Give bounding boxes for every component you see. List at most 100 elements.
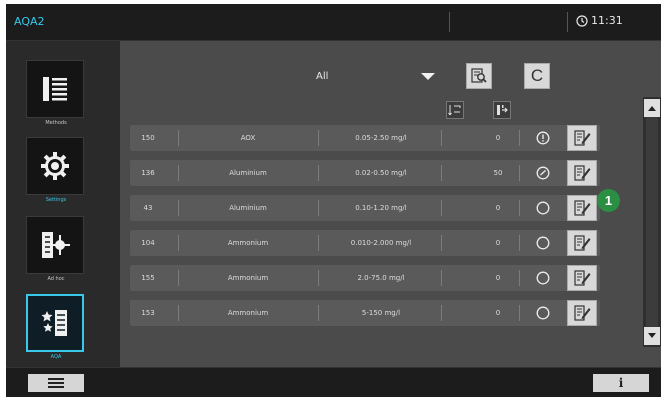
edit-method-button[interactable] xyxy=(567,125,597,151)
edit-method-button[interactable] xyxy=(567,300,597,326)
top-divider xyxy=(449,12,450,32)
column-divider xyxy=(441,130,442,146)
method-range: 5-150 mg/l xyxy=(361,309,401,317)
sidebar-item-methods[interactable]: Methods xyxy=(26,60,86,127)
column-divider xyxy=(519,200,520,216)
edit-method-button[interactable] xyxy=(567,195,597,221)
menu-button[interactable] xyxy=(28,374,84,392)
method-range: 2.0-75.0 mg/l xyxy=(357,274,405,282)
method-range: 0.10-1.20 mg/l xyxy=(355,204,407,212)
sidebar: Methods Settings Ad hoc AQA xyxy=(6,41,120,367)
filter-dropdown-value[interactable]: All xyxy=(316,71,328,82)
chevron-down-icon[interactable] xyxy=(421,73,435,80)
clock-time: 11:31 xyxy=(591,14,623,27)
method-name: Ammonium xyxy=(227,274,269,282)
callout-marker: 1 xyxy=(597,189,620,212)
info-status-icon xyxy=(536,131,550,145)
method-id: 136 xyxy=(141,169,155,177)
method-name: Aluminium xyxy=(229,204,267,212)
column-divider xyxy=(318,130,319,146)
sidebar-item-label: Methods xyxy=(45,120,67,126)
settings-gear-icon xyxy=(26,137,84,195)
top-bar: AQA2 11:31 xyxy=(6,4,661,41)
sort-alpha-button[interactable] xyxy=(446,101,464,119)
edit-icon xyxy=(574,200,591,216)
aqa-icon xyxy=(26,294,84,352)
column-divider xyxy=(519,130,520,146)
edit-icon xyxy=(574,235,591,251)
method-count: 0 xyxy=(495,239,501,247)
search-button[interactable] xyxy=(466,63,492,89)
edit-icon xyxy=(574,130,591,146)
scroll-down-button[interactable] xyxy=(644,327,660,345)
column-divider xyxy=(178,130,179,146)
method-count: 0 xyxy=(495,309,501,317)
method-row[interactable]: 43 Aluminium 0.10-1.20 mg/l 0 xyxy=(130,195,600,221)
methods-list-icon xyxy=(26,60,84,118)
ad-hoc-icon xyxy=(26,216,84,274)
column-divider xyxy=(441,165,442,181)
method-row[interactable]: 153 Ammonium 5-150 mg/l 0 xyxy=(130,300,600,326)
search-icon xyxy=(471,68,487,83)
column-divider xyxy=(178,270,179,286)
method-count: 50 xyxy=(493,169,503,177)
sidebar-item-label: Ad hoc xyxy=(47,276,65,282)
method-row[interactable]: 155 Ammonium 2.0-75.0 mg/l 0 xyxy=(130,265,600,291)
method-range: 0.010-2.000 mg/l xyxy=(350,239,412,247)
empty-status-icon xyxy=(536,236,550,250)
method-count: 0 xyxy=(495,204,501,212)
bottom-bar: i xyxy=(6,367,661,397)
method-range: 0.05-2.50 mg/l xyxy=(355,134,407,142)
method-row[interactable]: 150 AOX 0.05-2.50 mg/l 0 xyxy=(130,125,600,151)
hamburger-menu-icon xyxy=(48,378,64,388)
edit-method-button[interactable] xyxy=(567,265,597,291)
app-title: AQA2 xyxy=(14,15,45,28)
arrow-down-icon xyxy=(648,333,656,338)
top-divider xyxy=(567,12,568,32)
scroll-track[interactable] xyxy=(646,117,658,327)
scroll-up-button[interactable] xyxy=(644,99,660,117)
check-status-icon xyxy=(536,166,550,180)
sidebar-item-label: AQA xyxy=(50,354,62,360)
method-range: 0.02-0.50 mg/l xyxy=(355,169,407,177)
methods-panel: All C 150 AOX 0.05-2.50 mg/l 0 136 Alumi… xyxy=(120,41,661,367)
method-name: AOX xyxy=(240,134,256,142)
instrument-screen: AQA2 11:31 Methods Settings Ad hoc AQA A… xyxy=(6,4,661,397)
clear-filter-button[interactable]: C xyxy=(524,63,550,89)
column-divider xyxy=(519,270,520,286)
column-sort-icon xyxy=(497,105,508,115)
empty-status-icon xyxy=(536,306,550,320)
column-divider xyxy=(318,270,319,286)
method-id: 104 xyxy=(141,239,155,247)
column-divider xyxy=(441,235,442,251)
sort-alpha-icon xyxy=(448,105,461,116)
column-divider xyxy=(519,165,520,181)
sidebar-item-ad-hoc[interactable]: Ad hoc xyxy=(26,216,86,283)
sidebar-item-aqa[interactable]: AQA xyxy=(26,294,86,361)
column-divider xyxy=(318,305,319,321)
method-id: 155 xyxy=(141,274,155,282)
info-button[interactable]: i xyxy=(593,374,649,392)
method-name: Ammonium xyxy=(227,309,269,317)
column-divider xyxy=(519,235,520,251)
column-divider xyxy=(441,200,442,216)
method-id: 43 xyxy=(143,204,153,212)
method-row[interactable]: 136 Aluminium 0.02-0.50 mg/l 50 xyxy=(130,160,600,186)
method-count: 0 xyxy=(495,134,501,142)
edit-method-button[interactable] xyxy=(567,160,597,186)
clock: 11:31 xyxy=(576,14,623,27)
empty-status-icon xyxy=(536,201,550,215)
column-divider xyxy=(441,270,442,286)
empty-status-icon xyxy=(536,271,550,285)
method-id: 150 xyxy=(141,134,155,142)
edit-icon xyxy=(574,305,591,321)
sidebar-item-settings[interactable]: Settings xyxy=(26,137,86,204)
column-divider xyxy=(318,165,319,181)
edit-icon xyxy=(574,270,591,286)
method-row[interactable]: 104 Ammonium 0.010-2.000 mg/l 0 xyxy=(130,230,600,256)
method-name: Ammonium xyxy=(227,239,269,247)
scrollbar[interactable] xyxy=(643,97,661,347)
edit-method-button[interactable] xyxy=(567,230,597,256)
arrow-up-icon xyxy=(648,106,656,111)
column-sort-button[interactable] xyxy=(493,101,511,119)
